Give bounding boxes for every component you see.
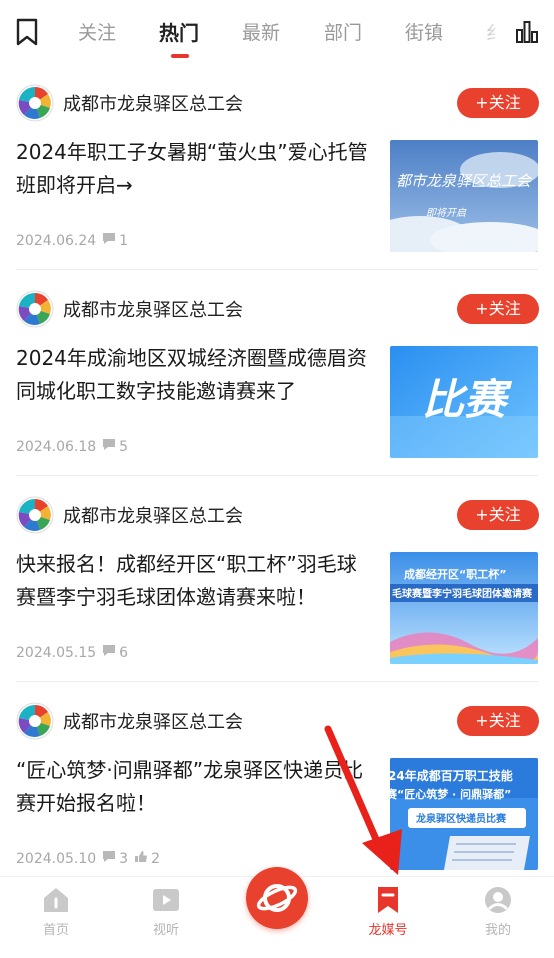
tab-hot[interactable]: 热门 [159, 16, 199, 50]
author-name[interactable]: 成都市龙泉驿区总工会 [63, 502, 243, 528]
home-icon [41, 885, 71, 915]
bookmark-flag-icon [373, 885, 403, 915]
article-thumbnail[interactable]: 24年成都百万职工技能 赛“匠心筑梦 · 问鼎驿都” 龙泉驿区快递员比赛 [390, 758, 538, 870]
author-name[interactable]: 成都市龙泉驿区总工会 [63, 296, 243, 322]
nav-longmei-label: 龙媒号 [368, 923, 408, 938]
news-card[interactable]: 成都市龙泉驿区总工会 +关注 快来报名！成都经开区“职工杯”羽毛球赛暨李宁羽毛球… [0, 476, 554, 682]
nav-home[interactable]: 首页 [16, 885, 96, 938]
article-title[interactable]: 2024年职工子女暑期“萤火虫”爱心托管班即将开启→ [16, 136, 374, 202]
comment-icon [102, 232, 116, 249]
article-meta: 2024.06.24 1 [16, 232, 128, 249]
comment-count: 3 [119, 850, 129, 867]
thumb-title-text: 比赛 [422, 375, 513, 424]
thumb-title-text: 成都经开区“职工杯” [404, 567, 506, 581]
comment-count: 6 [119, 644, 129, 661]
thumb-subtitle-text: 即将开启 [426, 207, 467, 219]
article-meta: 2024.05.10 3 2 [16, 850, 160, 867]
nav-video-label: 视听 [152, 923, 179, 938]
tab-latest[interactable]: 最新 [242, 16, 280, 50]
nav-mine[interactable]: 我的 [458, 885, 538, 938]
comment-icon [102, 850, 116, 867]
follow-button[interactable]: +关注 [457, 706, 539, 736]
union-logo [16, 290, 54, 328]
thumb-title-text: 24年成都百万职工技能 [390, 768, 513, 783]
article-title[interactable]: 2024年成渝地区双城经济圈暨成德眉资同城化职工数字技能邀请赛来了 [16, 342, 374, 408]
union-logo [16, 496, 54, 534]
article-thumbnail[interactable]: 都市龙泉驿区总工会 即将开启 [390, 140, 538, 252]
news-card[interactable]: 成都市龙泉驿区总工会 +关注 2024年职工子女暑期“萤火虫”爱心托管班即将开启… [0, 64, 554, 270]
article-thumbnail[interactable]: 成都经开区“职工杯” 毛球赛暨李宁羽毛球团体邀请赛 [390, 552, 538, 664]
thumb-subtitle-text: 毛球赛暨李宁羽毛球团体邀请赛 [392, 587, 533, 600]
article-thumbnail[interactable]: 比赛 [390, 346, 538, 458]
article-meta: 2024.05.15 6 [16, 644, 128, 661]
author-name[interactable]: 成都市龙泉驿区总工会 [63, 90, 243, 116]
play-video-icon [151, 885, 181, 915]
comment-count: 5 [119, 438, 129, 455]
planet-icon [256, 884, 298, 912]
article-meta: 2024.06.18 5 [16, 438, 128, 455]
channel-tabs: 关注 热门 最新 部门 街镇 纟 [58, 0, 508, 64]
follow-button[interactable]: +关注 [457, 88, 539, 118]
article-title[interactable]: “匠心筑梦·问鼎驿都”龙泉驿区快递员比赛开始报名啦！ [16, 754, 374, 820]
thumb-subtitle-text: 赛“匠心筑梦 · 问鼎驿都” [390, 787, 511, 801]
follow-button[interactable]: +关注 [457, 294, 539, 324]
article-title[interactable]: 快来报名！成都经开区“职工杯”羽毛球赛暨李宁羽毛球团体邀请赛来啦！ [16, 548, 374, 614]
top-tab-bar: 关注 热门 最新 部门 街镇 纟 [0, 0, 554, 64]
bookmark-icon[interactable] [14, 18, 40, 46]
publish-date: 2024.05.15 [16, 644, 97, 661]
comment-icon [102, 644, 116, 661]
thumb-title-text: 都市龙泉驿区总工会 [396, 172, 533, 190]
planet-center-button[interactable] [246, 867, 308, 929]
publish-date: 2024.06.18 [16, 438, 97, 455]
news-card[interactable]: 成都市龙泉驿区总工会 +关注 2024年成渝地区双城经济圈暨成德眉资同城化职工数… [0, 270, 554, 476]
publish-date: 2024.06.24 [16, 232, 97, 249]
bottom-navigation: 首页 视听 龙媒号 我的 [0, 867, 554, 958]
news-card[interactable]: 成都市龙泉驿区总工会 +关注 “匠心筑梦·问鼎驿都”龙泉驿区快递员比赛开始报名啦… [0, 682, 554, 876]
nav-video[interactable]: 视听 [126, 885, 206, 938]
publish-date: 2024.05.10 [16, 850, 97, 867]
comment-icon [102, 438, 116, 455]
tab-follow[interactable]: 关注 [78, 16, 116, 50]
author-name[interactable]: 成都市龙泉驿区总工会 [63, 708, 243, 734]
nav-home-label: 首页 [42, 923, 69, 938]
active-tab-indicator [171, 54, 189, 58]
tab-department[interactable]: 部门 [324, 16, 362, 50]
union-logo [16, 702, 54, 740]
nav-longmei[interactable]: 龙媒号 [348, 885, 428, 938]
thumb-banner-text: 龙泉驿区快递员比赛 [415, 812, 507, 825]
nav-mine-label: 我的 [484, 923, 511, 938]
thumbs-up-icon [134, 850, 148, 867]
union-logo [16, 84, 54, 122]
comment-count: 1 [119, 232, 129, 249]
follow-button[interactable]: +关注 [457, 500, 539, 530]
user-profile-icon [483, 885, 513, 915]
tab-street[interactable]: 街镇 [405, 16, 443, 50]
like-count: 2 [151, 850, 161, 867]
bar-chart-icon[interactable] [514, 19, 540, 45]
